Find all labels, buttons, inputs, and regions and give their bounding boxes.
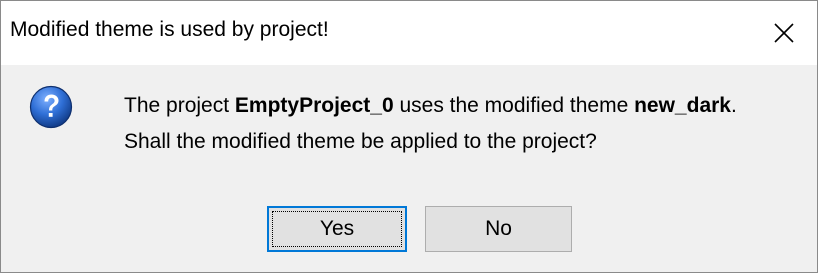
message-line-2: Shall the modified theme be applied to t… <box>124 130 597 153</box>
dialog-message: The project EmptyProject_0 uses the modi… <box>124 88 737 160</box>
message-prefix: The project <box>124 94 235 117</box>
project-name: EmptyProject_0 <box>234 94 394 117</box>
message-suffix: . <box>730 94 737 117</box>
dialog-content: The project EmptyProject_0 uses the modi… <box>1 65 817 272</box>
message-dialog: Modified theme is used by project! The p… <box>0 0 818 273</box>
question-icon <box>29 85 73 129</box>
no-button-label: No <box>485 217 512 240</box>
theme-name: new_dark <box>634 94 731 117</box>
title-bar: Modified theme is used by project! <box>1 1 817 65</box>
close-button[interactable] <box>751 1 817 65</box>
no-button[interactable]: No <box>425 206 572 252</box>
close-icon <box>774 23 794 43</box>
yes-button[interactable]: Yes <box>267 206 407 252</box>
yes-button-label: Yes <box>319 217 355 240</box>
dialog-title: Modified theme is used by project! <box>10 18 329 41</box>
message-line-1: The project EmptyProject_0 uses the modi… <box>124 88 737 124</box>
message-middle: uses the modified theme <box>393 94 635 117</box>
